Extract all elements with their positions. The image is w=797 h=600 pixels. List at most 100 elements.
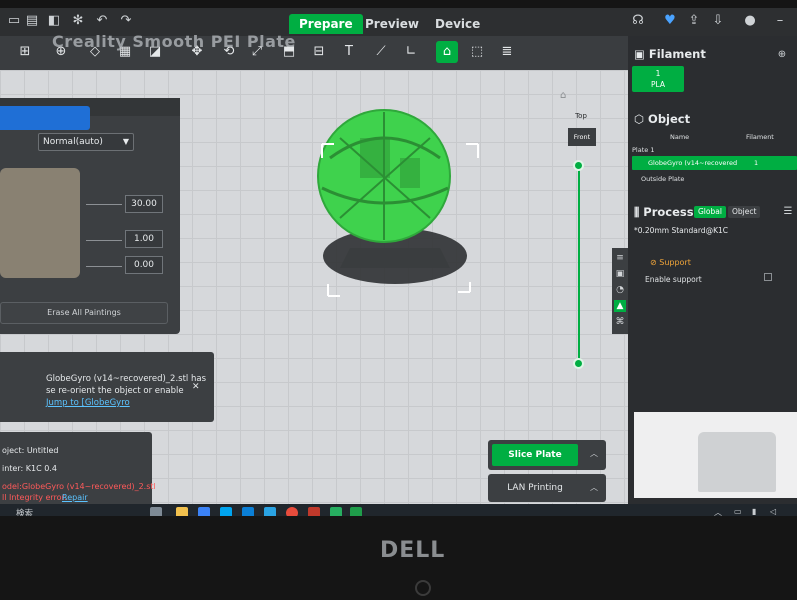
tray-chevron-icon[interactable]: ︿ — [714, 507, 722, 516]
photos-icon[interactable] — [264, 507, 276, 516]
webcam-ring — [415, 580, 431, 596]
heart-icon[interactable]: ♥ — [662, 13, 678, 29]
gear-icon[interactable]: ✻ — [70, 13, 86, 29]
network-icon[interactable]: ▭ — [734, 507, 742, 516]
add-filament-icon[interactable]: ⊕ — [774, 47, 790, 63]
save-icon[interactable]: ◧ — [46, 13, 62, 29]
support-paint-icon[interactable]: ⟋ — [370, 41, 392, 63]
plate-title: Creality Smooth PEI Plate — [52, 32, 296, 51]
mode-dropdown-value: Normal(auto) — [43, 137, 103, 147]
slider-1[interactable] — [86, 204, 122, 205]
close-icon[interactable]: ✕ — [192, 382, 200, 392]
tab-preview[interactable]: Preview — [355, 14, 429, 34]
upload-icon[interactable]: ⇪ — [686, 13, 702, 29]
minimize-icon[interactable]: – — [772, 13, 788, 29]
filament-chip-number: 1 — [655, 69, 661, 78]
chevron-down-icon: ▼ — [122, 137, 129, 146]
store-icon[interactable] — [220, 507, 232, 516]
notification-line-2: se re-orient the object or enable — [46, 386, 184, 396]
undo-icon[interactable]: ↶ — [94, 13, 110, 29]
tab-prepare[interactable]: Prepare — [289, 14, 363, 34]
mail-icon[interactable] — [242, 507, 254, 516]
layer-slider-top-handle[interactable] — [573, 160, 584, 171]
filament-header: ▣ Filament — [634, 47, 706, 61]
process-header-label: Process — [643, 205, 694, 219]
color-paint-icon[interactable]: ⌂ — [436, 41, 458, 63]
app-icon[interactable] — [308, 507, 320, 516]
object-header-label: Object — [648, 112, 691, 126]
process-global-toggle[interactable]: Global — [694, 206, 726, 218]
outside-plate-row[interactable]: Outside Plate — [641, 175, 684, 183]
view-cube-top[interactable]: Top — [566, 108, 596, 124]
value-input-3[interactable]: 0.00 — [125, 256, 163, 274]
view-cube-front[interactable]: Front — [568, 128, 596, 146]
mode-dropdown[interactable]: Normal(auto) ▼ — [38, 133, 134, 151]
info-error: ll Integrity error. — [2, 493, 67, 502]
quality-icon[interactable]: ≡ — [614, 252, 626, 264]
lan-printing-button[interactable]: LAN Printing — [492, 480, 578, 496]
home-view-icon[interactable]: ⌂ — [560, 90, 566, 101]
slider-3[interactable] — [86, 266, 122, 267]
thumbnail-object — [698, 432, 776, 492]
value-input-2[interactable]: 1.00 — [125, 230, 163, 248]
filament-header-label: Filament — [648, 47, 706, 61]
repair-link[interactable]: Repair — [62, 493, 88, 502]
creality-print-icon[interactable] — [350, 507, 362, 516]
chevron-up-icon[interactable]: ︿ — [590, 482, 598, 493]
info-project: oject: Untitled — [2, 446, 59, 455]
laptop-screen: ▭ ▤ ◧ ✻ ↶ ↷ Prepare Preview Device ☊ ♥ ⇪… — [0, 8, 797, 516]
speed-icon[interactable]: ◔ — [614, 284, 626, 296]
tool-type-tab[interactable] — [0, 106, 90, 130]
globe-gyro-model[interactable] — [300, 98, 490, 308]
chrome-icon[interactable] — [286, 507, 298, 516]
notification-line-1: GlobeGyro (v14~recovered)_2.stl has — [46, 374, 207, 384]
support-header-label: Support — [659, 258, 691, 267]
filament-chip[interactable]: 1 PLA — [632, 66, 684, 92]
task-view-icon[interactable] — [150, 507, 162, 516]
windows-taskbar: 検索 ︿ ▭ ▮ ◁ — [0, 504, 797, 516]
chevron-up-icon[interactable]: ︿ — [590, 448, 598, 459]
process-header: ⫼ Process — [634, 205, 694, 219]
volume-icon[interactable]: ◁ — [770, 507, 776, 516]
layer-slider-track[interactable] — [578, 166, 580, 366]
redo-icon[interactable]: ↷ — [118, 13, 134, 29]
support-header: ⊘ Support — [650, 258, 691, 267]
edge-icon[interactable] — [198, 507, 210, 516]
taskbar-search[interactable]: 検索 — [16, 505, 33, 516]
support-category-icon[interactable]: ▲ — [614, 300, 626, 312]
selected-object-filament[interactable]: 1 — [754, 159, 758, 167]
column-filament[interactable]: Filament — [746, 133, 774, 141]
plate-row[interactable]: Plate 1 — [632, 146, 654, 154]
enable-support-label: Enable support — [645, 275, 702, 284]
text-icon[interactable]: T — [338, 41, 360, 63]
notification-link[interactable]: Jump to [GlobeGyro — [46, 398, 130, 408]
enable-support-checkbox[interactable] — [764, 273, 772, 281]
folder-icon[interactable] — [176, 507, 188, 516]
tab-device[interactable]: Device — [425, 14, 490, 34]
selected-object-name: GlobeGyro (v14~recovered — [648, 159, 738, 167]
menu-icon[interactable]: ▭ — [6, 13, 22, 29]
process-settings-icon[interactable]: ☰ — [780, 204, 796, 220]
user-icon[interactable]: ● — [742, 13, 758, 29]
headset-icon[interactable]: ☊ — [630, 13, 646, 29]
battery-icon[interactable]: ▮ — [752, 507, 756, 516]
layer-slider-bottom-handle[interactable] — [573, 358, 584, 369]
add-object-icon[interactable]: ⊞ — [14, 41, 36, 63]
seam-paint-icon[interactable]: ∟ — [400, 41, 422, 63]
slicer-icon[interactable] — [330, 507, 342, 516]
cut-icon[interactable]: ⊟ — [308, 41, 330, 63]
process-object-toggle[interactable]: Object — [728, 206, 761, 218]
assembly-icon[interactable]: ⬚ — [466, 41, 488, 63]
column-name[interactable]: Name — [670, 133, 689, 141]
others-icon[interactable]: ⌘ — [614, 316, 626, 328]
process-preset[interactable]: *0.20mm Standard@K1C — [634, 226, 728, 235]
slice-plate-button[interactable]: Slice Plate — [492, 444, 578, 466]
layers-icon[interactable]: ≣ — [496, 41, 518, 63]
file-icon[interactable]: ▤ — [24, 13, 40, 29]
slider-2[interactable] — [86, 240, 122, 241]
strength-icon[interactable]: ▣ — [614, 268, 626, 280]
value-input-1[interactable]: 30.00 — [125, 195, 163, 213]
filament-chip-label: PLA — [650, 80, 665, 89]
download-icon[interactable]: ⇩ — [710, 13, 726, 29]
erase-all-button[interactable]: Erase All Paintings — [0, 302, 168, 324]
